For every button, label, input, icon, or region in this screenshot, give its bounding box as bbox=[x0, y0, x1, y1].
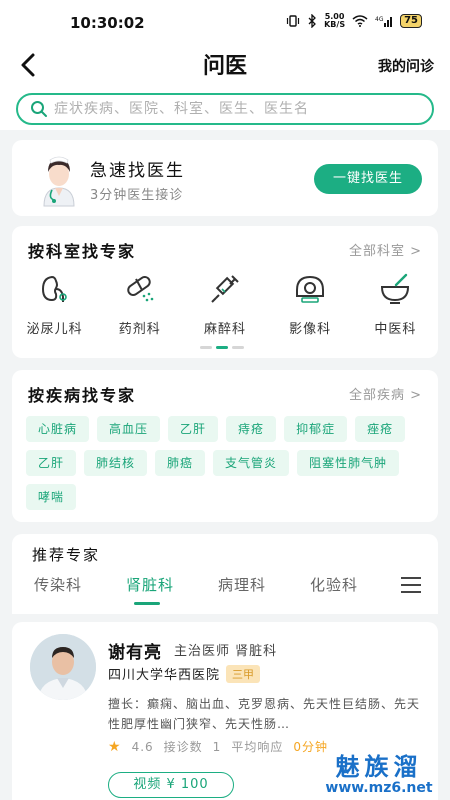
department-label: 泌尿儿科 bbox=[26, 322, 83, 337]
menu-icon[interactable] bbox=[400, 576, 422, 594]
disease-tag[interactable]: 肺结核 bbox=[84, 450, 148, 476]
department-section-title: 按科室找专家 bbox=[28, 242, 137, 261]
disease-tag[interactable]: 阻塞性肺气肿 bbox=[297, 450, 400, 476]
hospital-name: 四川大学华西医院 bbox=[108, 668, 221, 683]
watermark-logo-text: 魅族溜 bbox=[335, 753, 423, 781]
search-icon bbox=[31, 101, 47, 117]
search-box[interactable] bbox=[16, 93, 434, 125]
department-label: 麻醉科 bbox=[203, 322, 246, 337]
battery-indicator: 75 bbox=[400, 14, 422, 28]
response-label: 平均响应 bbox=[231, 740, 284, 754]
app-header: 问医 我的问诊 bbox=[0, 46, 450, 86]
my-consultations-link[interactable]: 我的问诊 bbox=[378, 56, 434, 76]
doctor-photo-icon bbox=[30, 634, 96, 700]
disease-tag[interactable]: 哮喘 bbox=[26, 484, 77, 510]
signal-icon: 4G bbox=[375, 16, 393, 27]
quick-find-subtitle: 3分钟医生接诊 bbox=[90, 188, 184, 203]
star-icon: ★ bbox=[108, 738, 122, 755]
consult-count-label: 接诊数 bbox=[163, 740, 203, 754]
disease-tag[interactable]: 支气管炎 bbox=[213, 450, 290, 476]
department-list: 泌尿儿科 药剂科 麻醉科 影像科 中医科 bbox=[12, 272, 438, 337]
specialty-tabs: 传染科 肾脏科 病理科 化验科 bbox=[12, 574, 438, 606]
search-input[interactable] bbox=[54, 101, 414, 117]
disease-tag[interactable]: 乙肝 bbox=[168, 416, 219, 442]
disease-tag-list: 心脏病 高血压 乙肝 痔疮 抑郁症 痤疮 乙肝 肺结核 肺癌 支气管炎 阻塞性肺… bbox=[26, 416, 430, 510]
recommended-title: 推荐专家 bbox=[32, 546, 101, 564]
disease-tag[interactable]: 高血压 bbox=[97, 416, 161, 442]
svg-text:4G: 4G bbox=[375, 16, 384, 23]
back-arrow-icon[interactable] bbox=[14, 50, 44, 80]
department-label: 影像科 bbox=[289, 322, 332, 337]
tab-pathology[interactable]: 病理科 bbox=[218, 574, 266, 595]
disease-tag[interactable]: 痤疮 bbox=[355, 416, 406, 442]
department-item-pharmacy[interactable]: 药剂科 bbox=[97, 272, 182, 337]
search-section bbox=[0, 86, 450, 130]
disease-tag[interactable]: 乙肝 bbox=[26, 450, 77, 476]
quick-find-card: 急速找医生 3分钟医生接诊 一键找医生 bbox=[12, 140, 438, 216]
department-item-tcm[interactable]: 中医科 bbox=[353, 272, 438, 337]
status-time: 10:30:02 bbox=[70, 14, 145, 32]
status-bar: 10:30:02 5.00 KB/S 4G 75 bbox=[0, 0, 450, 46]
pill-icon bbox=[127, 275, 154, 302]
doctor-name: 谢有亮 bbox=[108, 643, 162, 663]
department-card: 按科室找专家 全部科室 > 泌尿儿科 药剂科 麻醉科 影像科 中医科 bbox=[12, 226, 438, 358]
kidney-icon bbox=[41, 275, 67, 302]
tab-infectious[interactable]: 传染科 bbox=[34, 574, 82, 595]
status-icons: 5.00 KB/S 4G 75 bbox=[286, 13, 422, 29]
all-departments-link[interactable]: 全部科室 > bbox=[349, 240, 422, 259]
doctor-avatar bbox=[30, 634, 96, 700]
watermark: 魅族溜 www.mz6.net bbox=[314, 747, 444, 796]
mortar-icon bbox=[381, 273, 410, 304]
disease-card: 按疾病找专家 全部疾病 > 心脏病 高血压 乙肝 痔疮 抑郁症 痤疮 乙肝 肺结… bbox=[12, 370, 438, 522]
hospital-grade-badge: 三甲 bbox=[226, 664, 261, 683]
nurse-avatar-icon bbox=[43, 156, 75, 207]
disease-tag[interactable]: 痔疮 bbox=[226, 416, 277, 442]
disease-section-title: 按疾病找专家 bbox=[28, 386, 137, 405]
quick-find-title: 急速找医生 bbox=[90, 161, 185, 181]
department-item-urology[interactable]: 泌尿儿科 bbox=[12, 272, 97, 337]
watermark-url: www.mz6.net bbox=[325, 780, 433, 796]
doctor-title: 主治医师 肾脏科 bbox=[174, 644, 278, 659]
scanner-icon bbox=[296, 275, 325, 303]
page-indicator bbox=[200, 346, 244, 349]
syringe-icon bbox=[211, 275, 239, 303]
department-item-imaging[interactable]: 影像科 bbox=[268, 272, 353, 337]
page-dot bbox=[232, 346, 244, 349]
disease-tag[interactable]: 抑郁症 bbox=[284, 416, 348, 442]
all-diseases-link[interactable]: 全部疾病 > bbox=[349, 384, 422, 403]
vibrate-icon bbox=[286, 15, 300, 27]
video-consult-button[interactable]: 视频 ¥ 100 bbox=[108, 772, 234, 798]
doctor-stats: ★ 4.6 接诊数 1 平均响应 0分钟 bbox=[108, 738, 328, 755]
speed-unit: KB/S bbox=[324, 20, 346, 29]
disease-tag[interactable]: 心脏病 bbox=[26, 416, 90, 442]
hospital-info: 四川大学华西医院 三甲 bbox=[108, 664, 261, 683]
find-doctor-button[interactable]: 一键找医生 bbox=[314, 164, 422, 194]
page-dot bbox=[200, 346, 212, 349]
network-speed: 5.00 KB/S bbox=[324, 13, 345, 29]
disease-tag[interactable]: 肺癌 bbox=[155, 450, 206, 476]
department-label: 中医科 bbox=[374, 322, 417, 337]
rating-value: 4.6 bbox=[131, 739, 154, 754]
department-item-anesthesia[interactable]: 麻醉科 bbox=[182, 272, 267, 337]
wifi-icon bbox=[352, 15, 368, 27]
doctor-expertise: 擅长：癫痫、脑出血、克罗恩病、先天性巨结肠、先天性肥厚性幽门狭窄、先天性肠… bbox=[108, 697, 421, 731]
page-dot-active bbox=[216, 346, 228, 349]
active-tab-indicator bbox=[134, 602, 160, 605]
tab-nephrology[interactable]: 肾脏科 bbox=[126, 574, 174, 595]
department-label: 药剂科 bbox=[118, 322, 161, 337]
recommended-experts-card: 推荐专家 传染科 肾脏科 病理科 化验科 bbox=[12, 534, 438, 614]
consult-count-value: 1 bbox=[212, 739, 222, 754]
tab-laboratory[interactable]: 化验科 bbox=[310, 574, 358, 595]
bluetooth-icon bbox=[308, 14, 317, 28]
